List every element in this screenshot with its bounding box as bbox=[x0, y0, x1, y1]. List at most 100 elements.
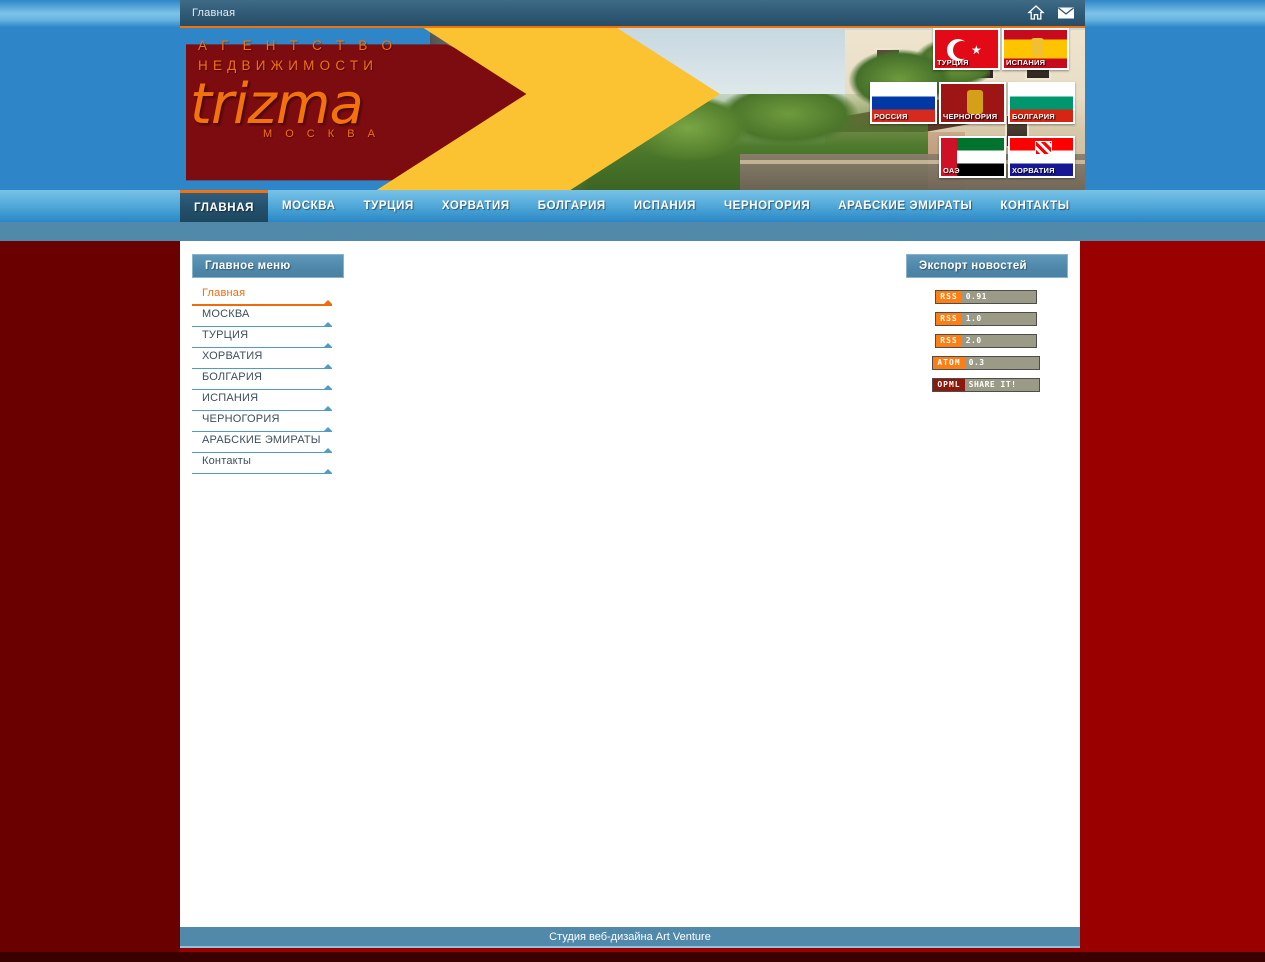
nav-label: ЧЕРНОГОРИЯ bbox=[724, 200, 811, 212]
coat-of-arms-icon bbox=[967, 90, 983, 114]
news-export-title: Экспорт новостей bbox=[906, 254, 1068, 278]
page-root: Главная А Г Е Н Т С Т В О НЕДВИЖИМОСТИ t… bbox=[0, 0, 1265, 962]
nav-item-turciya[interactable]: ТУРЦИЯ bbox=[350, 190, 428, 222]
feed-badge-rss-20[interactable]: RSS 2.0 bbox=[935, 334, 1037, 348]
nav-item-bolgariya[interactable]: БОЛГАРИЯ bbox=[524, 190, 620, 222]
flag-label: ЧЕРНОГОРИЯ bbox=[943, 112, 998, 121]
menu-item-moskva[interactable]: МОСКВА bbox=[192, 306, 332, 327]
home-icon[interactable] bbox=[1027, 4, 1045, 22]
feed-kind: RSS bbox=[936, 313, 962, 325]
flag-turkey[interactable]: ★ ТУРЦИЯ bbox=[933, 28, 1000, 70]
nav-item-chernogoriya[interactable]: ЧЕРНОГОРИЯ bbox=[710, 190, 824, 222]
main-menu-title: Главное меню bbox=[192, 254, 344, 278]
menu-item-turciya[interactable]: ТУРЦИЯ bbox=[192, 327, 332, 348]
main-menu-list: Главная МОСКВА ТУРЦИЯ ХОРВАТИЯ БОЛГАРИЯ … bbox=[192, 285, 332, 474]
feed-badge-opml[interactable]: OPML SHARE IT! bbox=[932, 378, 1040, 392]
flag-label: ИСПАНИЯ bbox=[1006, 58, 1046, 67]
nav-label: ХОРВАТИЯ bbox=[441, 200, 510, 212]
arrow-up-icon bbox=[324, 364, 332, 368]
news-export-module: Экспорт новостей RSS 0.91 RSS 1.0 RSS 2.… bbox=[906, 254, 1068, 396]
header-banner: А Г Е Н Т С Т В О НЕДВИЖИМОСТИ trizma М … bbox=[180, 28, 1085, 190]
nav-item-glavnaya[interactable]: ГЛАВНАЯ bbox=[180, 190, 268, 222]
nav-item-ispaniya[interactable]: ИСПАНИЯ bbox=[620, 190, 710, 222]
page-bottom-edge bbox=[0, 952, 1265, 962]
flag-label: ХОРВАТИЯ bbox=[1012, 166, 1055, 175]
nav-label: БОЛГАРИЯ bbox=[537, 200, 606, 212]
menu-link[interactable]: ХОРВАТИЯ bbox=[192, 348, 332, 364]
nav-item-arabskie-emiraty[interactable]: АРАБСКИЕ ЭМИРАТЫ bbox=[824, 190, 986, 222]
flag-bulgaria[interactable]: БОЛГАРИЯ bbox=[1008, 82, 1075, 124]
feed-badge-atom-03[interactable]: ATOM 0.3 bbox=[932, 356, 1040, 370]
arrow-up-icon bbox=[324, 343, 332, 347]
window-title: Главная bbox=[192, 7, 236, 19]
logo-wordmark: trizma bbox=[190, 72, 364, 137]
menu-link[interactable]: АРАБСКИЕ ЭМИРАТЫ bbox=[192, 432, 332, 448]
menu-item-horvatiya[interactable]: ХОРВАТИЯ bbox=[192, 348, 332, 369]
feed-kind: ATOM bbox=[933, 357, 965, 369]
menu-link[interactable]: ИСПАНИЯ bbox=[192, 390, 332, 406]
nav-item-moskva[interactable]: МОСКВА bbox=[268, 190, 350, 222]
star-icon: ★ bbox=[971, 43, 982, 57]
menu-link[interactable]: ЧЕРНОГОРИЯ bbox=[192, 411, 332, 427]
feed-badge-list: RSS 0.91 RSS 1.0 RSS 2.0 ATOM 0.3 OPML S… bbox=[906, 286, 1066, 396]
nav-label: ИСПАНИЯ bbox=[633, 200, 696, 212]
feed-kind: RSS bbox=[936, 291, 962, 303]
feed-badge-rss-091[interactable]: RSS 0.91 bbox=[935, 290, 1037, 304]
country-flag-grid: ★ ТУРЦИЯ ИСПАНИЯ РОССИЯ ЧЕРНОГОРИЯ БОЛГА… bbox=[870, 28, 1085, 190]
logo-line-agency: А Г Е Н Т С Т В О bbox=[198, 38, 398, 53]
nav-label: ТУРЦИЯ bbox=[363, 200, 414, 212]
flag-croatia[interactable]: ХОРВАТИЯ bbox=[1008, 136, 1075, 178]
arrow-up-icon bbox=[324, 322, 332, 326]
nav-subbar bbox=[0, 222, 1265, 241]
arrow-up-icon bbox=[324, 427, 332, 431]
feed-version: 2.0 bbox=[961, 335, 1036, 347]
nav-label: МОСКВА bbox=[282, 200, 336, 212]
feed-version: 0.3 bbox=[964, 357, 1039, 369]
feed-version: 1.0 bbox=[961, 313, 1036, 325]
flag-label: БОЛГАРИЯ bbox=[1012, 112, 1055, 121]
flag-label: РОССИЯ bbox=[874, 112, 908, 121]
menu-link[interactable]: БОЛГАРИЯ bbox=[192, 369, 332, 385]
nav-label: ГЛАВНАЯ bbox=[194, 201, 254, 214]
menu-item-chernogoriya[interactable]: ЧЕРНОГОРИЯ bbox=[192, 411, 332, 432]
arrow-up-icon bbox=[324, 406, 332, 410]
nav-item-kontakty[interactable]: КОНТАКТЫ bbox=[986, 190, 1083, 222]
feed-version: 0.91 bbox=[961, 291, 1036, 303]
arrow-up-icon bbox=[324, 300, 332, 304]
feed-kind: RSS bbox=[936, 335, 962, 347]
main-menu-module: Главное меню Главная МОСКВА ТУРЦИЯ ХОРВА… bbox=[192, 254, 344, 474]
arrow-up-icon bbox=[324, 448, 332, 452]
menu-link[interactable]: Главная bbox=[192, 285, 332, 301]
feed-version: SHARE IT! bbox=[964, 379, 1039, 391]
titlebar-icon-group bbox=[1027, 4, 1075, 22]
feed-kind: OPML bbox=[933, 379, 965, 391]
menu-link[interactable]: ТУРЦИЯ bbox=[192, 327, 332, 343]
menu-link[interactable]: Контакты bbox=[192, 453, 332, 469]
content-panel: Главное меню Главная МОСКВА ТУРЦИЯ ХОРВА… bbox=[180, 241, 1080, 926]
nav-label: КОНТАКТЫ bbox=[1000, 200, 1070, 212]
menu-item-bolgariya[interactable]: БОЛГАРИЯ bbox=[192, 369, 332, 390]
menu-link[interactable]: МОСКВА bbox=[192, 306, 332, 322]
menu-item-glavnaya[interactable]: Главная bbox=[192, 285, 332, 306]
coat-of-arms-icon bbox=[1031, 38, 1044, 56]
nav-item-horvatiya[interactable]: ХОРВАТИЯ bbox=[428, 190, 524, 222]
feed-badge-rss-10[interactable]: RSS 1.0 bbox=[935, 312, 1037, 326]
arrow-up-icon bbox=[324, 469, 332, 473]
window-titlebar: Главная bbox=[180, 0, 1085, 28]
menu-item-ispaniya[interactable]: ИСПАНИЯ bbox=[192, 390, 332, 411]
site-logo[interactable]: А Г Е Н Т С Т В О НЕДВИЖИМОСТИ trizma М … bbox=[190, 36, 440, 186]
nav-label: АРАБСКИЕ ЭМИРАТЫ bbox=[838, 200, 973, 212]
flag-montenegro[interactable]: ЧЕРНОГОРИЯ bbox=[939, 82, 1006, 124]
coat-of-arms-icon bbox=[1035, 141, 1052, 155]
menu-item-kontakty[interactable]: Контакты bbox=[192, 453, 332, 474]
flag-russia[interactable]: РОССИЯ bbox=[870, 82, 937, 124]
footer-credit: Студия веб-дизайна Art Venture bbox=[549, 930, 711, 943]
flag-label: ТУРЦИЯ bbox=[937, 58, 969, 67]
menu-item-arabskie-emiraty[interactable]: АРАБСКИЕ ЭМИРАТЫ bbox=[192, 432, 332, 453]
mail-icon[interactable] bbox=[1057, 4, 1075, 22]
page-footer: Студия веб-дизайна Art Venture bbox=[180, 926, 1080, 948]
flag-uae[interactable]: ОАЭ bbox=[939, 136, 1006, 178]
arrow-up-icon bbox=[324, 385, 332, 389]
flag-label: ОАЭ bbox=[943, 166, 960, 175]
flag-spain[interactable]: ИСПАНИЯ bbox=[1002, 28, 1069, 70]
